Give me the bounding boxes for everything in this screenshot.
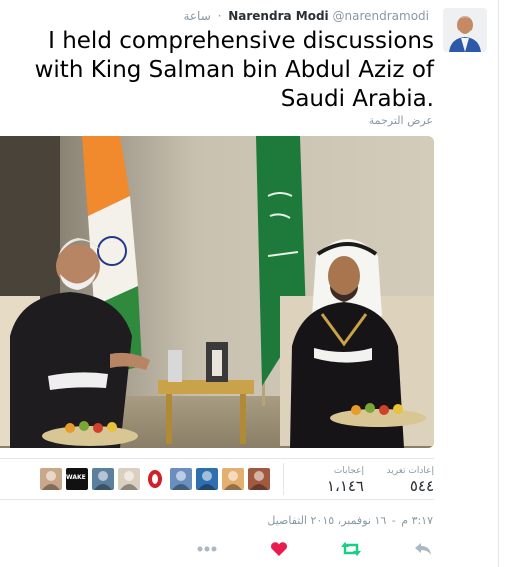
tweet-stats: إعادات تغريد ٥٤٤ إعجابات ١،١٤٦ WAKE UP bbox=[0, 458, 434, 500]
meeting-photo bbox=[0, 136, 434, 448]
wake-up-avatar-icon[interactable]: WAKE UP bbox=[66, 468, 88, 490]
translate-link[interactable]: عرض الترجمة bbox=[369, 114, 433, 127]
like-button[interactable] bbox=[268, 540, 290, 558]
heart-icon bbox=[271, 542, 287, 556]
retweet-count[interactable]: إعادات تغريد ٥٤٤ bbox=[374, 465, 435, 495]
person-avatar-icon[interactable] bbox=[92, 468, 114, 490]
tweet-text: I held comprehensive discussions with Ki… bbox=[34, 28, 434, 112]
author-handle[interactable]: @narendramodi bbox=[332, 9, 429, 23]
retweets-label: إعادات تغريد bbox=[386, 466, 435, 476]
person-avatar-icon[interactable] bbox=[40, 468, 62, 490]
person-avatar-icon[interactable] bbox=[170, 468, 192, 490]
author-name[interactable]: Narendra Modi bbox=[228, 9, 328, 23]
header-separator: · bbox=[217, 9, 222, 23]
person-avatar-icon[interactable] bbox=[222, 468, 244, 490]
reply-icon bbox=[415, 543, 431, 555]
person-avatar-icon[interactable] bbox=[118, 468, 140, 490]
person-avatar-icon[interactable] bbox=[196, 468, 218, 490]
tweet-header: Narendra Modi @narendramodi · ساعة bbox=[183, 8, 433, 24]
tweet-actions bbox=[0, 538, 434, 560]
reply-button[interactable] bbox=[413, 540, 435, 558]
liker-avatars: WAKE UP bbox=[40, 468, 274, 490]
tweet-meta: ٣:١٧ م - ١٦ نوفمبر، ٢٠١٥ التفاصيل bbox=[267, 514, 433, 527]
favorites-label: إعجابات bbox=[333, 466, 364, 476]
tweet-timestamp[interactable]: ساعة bbox=[183, 9, 210, 23]
timeline-border bbox=[498, 0, 499, 567]
author-avatar[interactable] bbox=[443, 8, 487, 52]
author-photo bbox=[443, 8, 487, 52]
retweet-icon bbox=[341, 542, 361, 556]
favorites-value: ١،١٤٦ bbox=[326, 477, 364, 495]
person-avatar-icon[interactable] bbox=[248, 468, 270, 490]
retweets-value: ٥٤٤ bbox=[409, 477, 434, 495]
circle-avatar-icon[interactable] bbox=[144, 468, 166, 490]
stats-divider bbox=[283, 463, 284, 495]
details-link[interactable]: التفاصيل bbox=[267, 514, 307, 527]
retweet-button[interactable] bbox=[340, 540, 362, 558]
avatar-label: WAKE UP bbox=[66, 474, 88, 481]
favorite-count[interactable]: إعجابات ١،١٤٦ bbox=[304, 465, 364, 495]
tweet-date[interactable]: ١٦ نوفمبر، ٢٠١٥ bbox=[311, 514, 387, 527]
tweet-time[interactable]: ٣:١٧ م bbox=[401, 514, 433, 527]
ellipsis-icon bbox=[197, 546, 217, 552]
tweet-photo[interactable] bbox=[0, 136, 434, 448]
meta-separator: - bbox=[391, 514, 396, 527]
more-button[interactable] bbox=[196, 540, 218, 558]
